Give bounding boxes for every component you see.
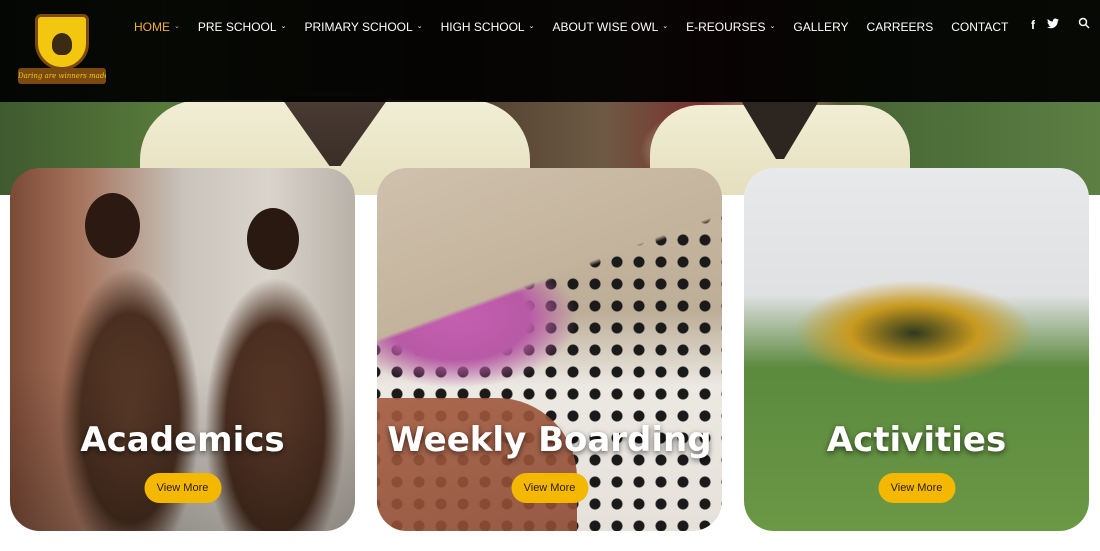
nav-home-label: HOME xyxy=(134,20,170,34)
main-menu: HOME ⌄ PRE SCHOOL ⌄ PRIMARY SCHOOL ⌄ HIGH S… xyxy=(134,17,1008,37)
facebook-icon[interactable]: f xyxy=(1031,17,1035,33)
school-logo[interactable]: Daring are winners made xyxy=(18,12,106,88)
nav-pre-school-label: PRE SCHOOL xyxy=(197,20,277,34)
search-icon[interactable] xyxy=(1078,17,1092,33)
nav-primary-school-label: PRIMARY SCHOOL xyxy=(304,20,413,34)
card-title: Academics xyxy=(80,420,285,460)
card-weekly-boarding[interactable]: Weekly Boarding View More xyxy=(377,168,722,531)
nav-about-wise-owl[interactable]: ABOUT WISE OWL ⌄ xyxy=(552,17,668,37)
nav-gallery[interactable]: GALLERY xyxy=(793,17,848,37)
nav-about-label: ABOUT WISE OWL xyxy=(552,20,659,34)
view-more-button[interactable]: View More xyxy=(878,473,955,503)
nav-pre-school[interactable]: PRE SCHOOL ⌄ xyxy=(198,17,287,37)
nav-contact[interactable]: CONTACT xyxy=(951,17,1008,37)
nav-gallery-label: GALLERY xyxy=(793,20,849,34)
nav-e-resources-label: E-REOURSES xyxy=(686,20,766,34)
chevron-down-icon: ⌄ xyxy=(769,23,776,30)
nav-high-school[interactable]: HIGH SCHOOL ⌄ xyxy=(441,17,535,37)
top-navbar: Daring are winners made HOME ⌄ PRE SCHOOL… xyxy=(0,0,1100,102)
feature-cards: Academics View More Weekly Boarding View… xyxy=(10,168,1090,531)
nav-careers[interactable]: CARREERS xyxy=(867,17,934,37)
view-more-button[interactable]: View More xyxy=(511,473,588,503)
nav-primary-school[interactable]: PRIMARY SCHOOL ⌄ xyxy=(304,17,422,37)
chevron-down-icon: ⌄ xyxy=(174,23,180,30)
card-title: Activities xyxy=(826,420,1007,460)
chevron-down-icon: ⌄ xyxy=(416,23,423,30)
logo-motto: Daring are winners made xyxy=(18,68,106,84)
chevron-down-icon: ⌄ xyxy=(528,23,535,30)
nav-home[interactable]: HOME ⌄ xyxy=(134,17,180,37)
card-academics[interactable]: Academics View More xyxy=(10,168,355,531)
nav-e-resources[interactable]: E-REOURSES ⌄ xyxy=(686,17,775,37)
nav-high-school-label: HIGH SCHOOL xyxy=(440,20,525,34)
chevron-down-icon: ⌄ xyxy=(280,23,287,30)
chevron-down-icon: ⌄ xyxy=(662,23,669,30)
card-activities[interactable]: Activities View More xyxy=(744,168,1089,531)
nav-careers-label: CARREERS xyxy=(866,20,934,34)
view-more-button[interactable]: View More xyxy=(144,473,221,503)
twitter-icon[interactable] xyxy=(1047,17,1061,33)
logo-shield-icon xyxy=(35,14,89,70)
nav-contact-label: CONTACT xyxy=(951,20,1009,34)
card-title: Weekly Boarding xyxy=(387,420,712,460)
